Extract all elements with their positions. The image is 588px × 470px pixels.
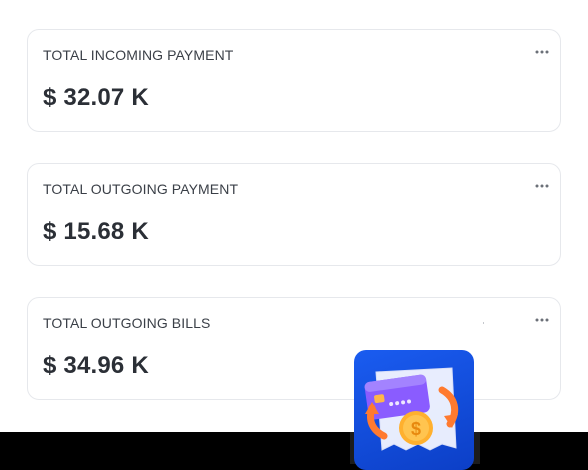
card-value: $ 34.96 K bbox=[43, 352, 149, 379]
stat-card-incoming-payment: TOTAL INCOMING PAYMENT $ 32.07 K bbox=[27, 29, 561, 132]
card-payment-exchange-icon[interactable]: $ bbox=[354, 350, 474, 470]
svg-text:$: $ bbox=[411, 419, 421, 439]
dashboard-stats: TOTAL INCOMING PAYMENT $ 32.07 K TOTAL O… bbox=[0, 0, 588, 432]
stat-card-outgoing-bills: TOTAL OUTGOING BILLS $ 34.96 K bbox=[27, 297, 561, 400]
bottom-bar bbox=[0, 432, 588, 470]
card-value: $ 15.68 K bbox=[43, 218, 149, 245]
stat-card-outgoing-payment: TOTAL OUTGOING PAYMENT $ 15.68 K bbox=[27, 163, 561, 266]
more-dots-icon[interactable] bbox=[534, 312, 550, 322]
card-title: TOTAL INCOMING PAYMENT bbox=[43, 47, 234, 63]
card-value: $ 32.07 K bbox=[43, 84, 149, 111]
card-title: TOTAL OUTGOING BILLS bbox=[43, 315, 211, 331]
card-title: TOTAL OUTGOING PAYMENT bbox=[43, 181, 239, 197]
more-dots-icon[interactable] bbox=[534, 44, 550, 54]
more-dots-icon[interactable] bbox=[534, 178, 550, 188]
divider-mark bbox=[483, 322, 484, 324]
